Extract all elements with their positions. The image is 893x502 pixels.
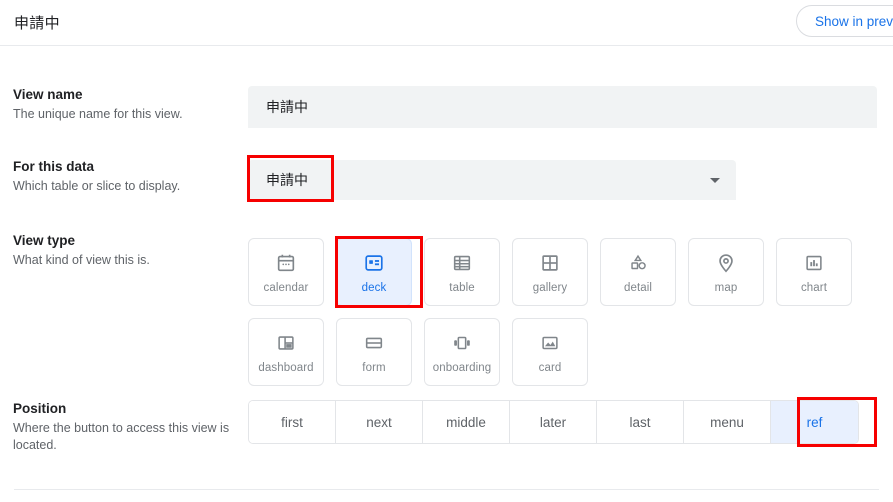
position-option-ref[interactable]: ref [771,401,858,443]
view-type-option-chart[interactable]: chart [776,238,852,306]
position-option-middle[interactable]: middle [423,401,510,443]
position-segmented-control: first next middle later last menu ref [248,400,859,444]
view-type-description: What kind of view this is. [13,253,150,267]
view-name-input[interactable]: 申請中 [248,86,877,128]
view-type-label-chart: chart [800,282,828,294]
for-this-data-select[interactable]: 申請中 [248,160,736,200]
chart-icon [803,250,825,276]
view-name-label: View name [13,87,83,102]
view-type-row-1: calendar deck table gallery detail map c… [248,238,888,306]
position-option-first[interactable]: first [249,401,336,443]
form-icon [363,330,385,356]
view-type-row-2: dashboard form onboarding card [248,318,888,386]
view-type-option-card[interactable]: card [512,318,588,386]
for-this-data-label: For this data [13,159,95,174]
position-label: Position [13,401,67,416]
view-type-label-gallery: gallery [532,282,568,294]
position-option-last[interactable]: last [597,401,684,443]
view-type-option-calendar[interactable]: calendar [248,238,324,306]
card-icon [539,330,561,356]
page-header: 申請中 [0,0,893,46]
view-type-option-form[interactable]: form [336,318,412,386]
view-type-label-table: table [449,282,475,294]
for-this-data-description: Which table or slice to display. [13,179,181,193]
gallery-icon [539,250,561,276]
view-type-label-detail: detail [623,282,653,294]
chevron-down-icon [710,177,720,183]
position-option-later[interactable]: later [510,401,597,443]
view-type-label-group: View type What kind of view this is. [0,232,236,269]
view-type-option-onboarding[interactable]: onboarding [424,318,500,386]
view-type-tile-grid: calendar deck table gallery detail map c… [248,238,888,398]
position-option-next[interactable]: next [336,401,423,443]
deck-icon [363,250,385,276]
view-type-label: View type [13,233,76,248]
view-type-option-detail[interactable]: detail [600,238,676,306]
calendar-icon [275,250,297,276]
view-type-label-onboarding: onboarding [432,362,492,374]
view-type-option-map[interactable]: map [688,238,764,306]
view-type-label-card: card [538,362,562,374]
for-this-data-value: 申請中 [266,172,308,188]
view-type-option-deck[interactable]: deck [336,238,412,306]
show-in-preview-button[interactable]: Show in preview [796,5,893,37]
view-type-label-form: form [362,362,386,374]
view-type-label-map: map [714,282,738,294]
dashboard-icon [275,330,297,356]
table-icon [451,250,473,276]
detail-icon [627,250,649,276]
for-this-data-label-group: For this data Which table or slice to di… [0,158,236,195]
view-name-label-group: View name The unique name for this view. [0,86,236,123]
view-type-option-table[interactable]: table [424,238,500,306]
page-title: 申請中 [14,15,60,32]
view-type-option-dashboard[interactable]: dashboard [248,318,324,386]
bottom-divider [14,489,879,490]
view-type-label-calendar: calendar [263,282,309,294]
view-type-label-deck: deck [361,282,387,294]
map-pin-icon [715,250,737,276]
position-label-group: Position Where the button to access this… [0,400,236,454]
view-type-label-dashboard: dashboard [258,362,314,374]
view-type-option-gallery[interactable]: gallery [512,238,588,306]
onboarding-icon [450,330,474,356]
position-description: Where the button to access this view is … [13,421,230,452]
view-name-description: The unique name for this view. [13,107,183,121]
position-option-menu[interactable]: menu [684,401,771,443]
